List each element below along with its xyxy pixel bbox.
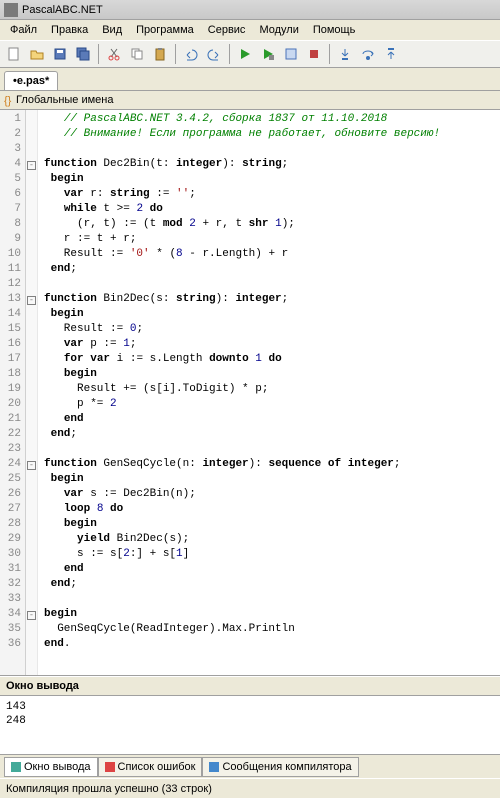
cut-button[interactable] <box>104 44 124 64</box>
code-area[interactable]: // PascalABC.NET 3.4.2, сборка 1837 от 1… <box>38 110 500 675</box>
app-icon <box>4 3 18 17</box>
tab-icon <box>209 762 219 772</box>
paste-button[interactable] <box>150 44 170 64</box>
status-bar: Компиляция прошла успешно (33 строк) <box>0 778 500 798</box>
menu-Вид[interactable]: Вид <box>96 22 128 38</box>
menu-Сервис[interactable]: Сервис <box>202 22 252 38</box>
tab-icon <box>11 762 21 772</box>
bottom-tabs: Окно вывода Список ошибок Сообщения компил… <box>0 754 500 778</box>
output-header: Окно вывода <box>0 676 500 696</box>
menu-Модули[interactable]: Модули <box>253 22 304 38</box>
separator <box>98 44 99 64</box>
code-editor[interactable]: 1234567891011121314151617181920212223242… <box>0 110 500 676</box>
namespace-label: Глобальные имена <box>16 94 114 106</box>
new-file-button[interactable] <box>4 44 24 64</box>
file-tab[interactable]: •e.pas* <box>4 71 58 90</box>
title-bar: PascalABC.NET <box>0 0 500 20</box>
menu-bar: ФайлПравкаВидПрограммаСервисМодулиПомощь <box>0 20 500 40</box>
stop-button[interactable] <box>304 44 324 64</box>
separator <box>329 44 330 64</box>
step-out-button[interactable] <box>381 44 401 64</box>
tab-label: Сообщения компилятора <box>222 761 351 773</box>
run-button[interactable] <box>235 44 255 64</box>
tab-label: Окно вывода <box>24 761 91 773</box>
namespace-icon: {} <box>4 95 14 105</box>
menu-Программа[interactable]: Программа <box>130 22 200 38</box>
menu-Файл[interactable]: Файл <box>4 22 43 38</box>
line-gutter: 1234567891011121314151617181920212223242… <box>0 110 26 675</box>
open-button[interactable] <box>27 44 47 64</box>
step-over-button[interactable] <box>358 44 378 64</box>
menu-Помощь[interactable]: Помощь <box>307 22 362 38</box>
bottom-tab-Сообщения компилятора[interactable]: Сообщения компилятора <box>202 757 358 777</box>
namespace-bar[interactable]: {} Глобальные имена <box>0 90 500 110</box>
run-noconsole-button[interactable] <box>258 44 278 64</box>
tab-icon <box>105 762 115 772</box>
redo-button[interactable] <box>204 44 224 64</box>
copy-button[interactable] <box>127 44 147 64</box>
bottom-tab-Окно вывода[interactable]: Окно вывода <box>4 757 98 777</box>
output-body[interactable]: 143248 <box>0 696 500 754</box>
menu-Правка[interactable]: Правка <box>45 22 94 38</box>
undo-button[interactable] <box>181 44 201 64</box>
separator <box>175 44 176 64</box>
separator <box>229 44 230 64</box>
tab-bar: •e.pas* <box>0 68 500 90</box>
step-into-button[interactable] <box>335 44 355 64</box>
fold-gutter[interactable]: - - - - <box>26 110 38 675</box>
compile-button[interactable] <box>281 44 301 64</box>
save-button[interactable] <box>50 44 70 64</box>
app-title: PascalABC.NET <box>22 4 103 16</box>
save-all-button[interactable] <box>73 44 93 64</box>
tab-label: Список ошибок <box>118 761 196 773</box>
toolbar <box>0 40 500 68</box>
bottom-tab-Список ошибок[interactable]: Список ошибок <box>98 757 203 777</box>
